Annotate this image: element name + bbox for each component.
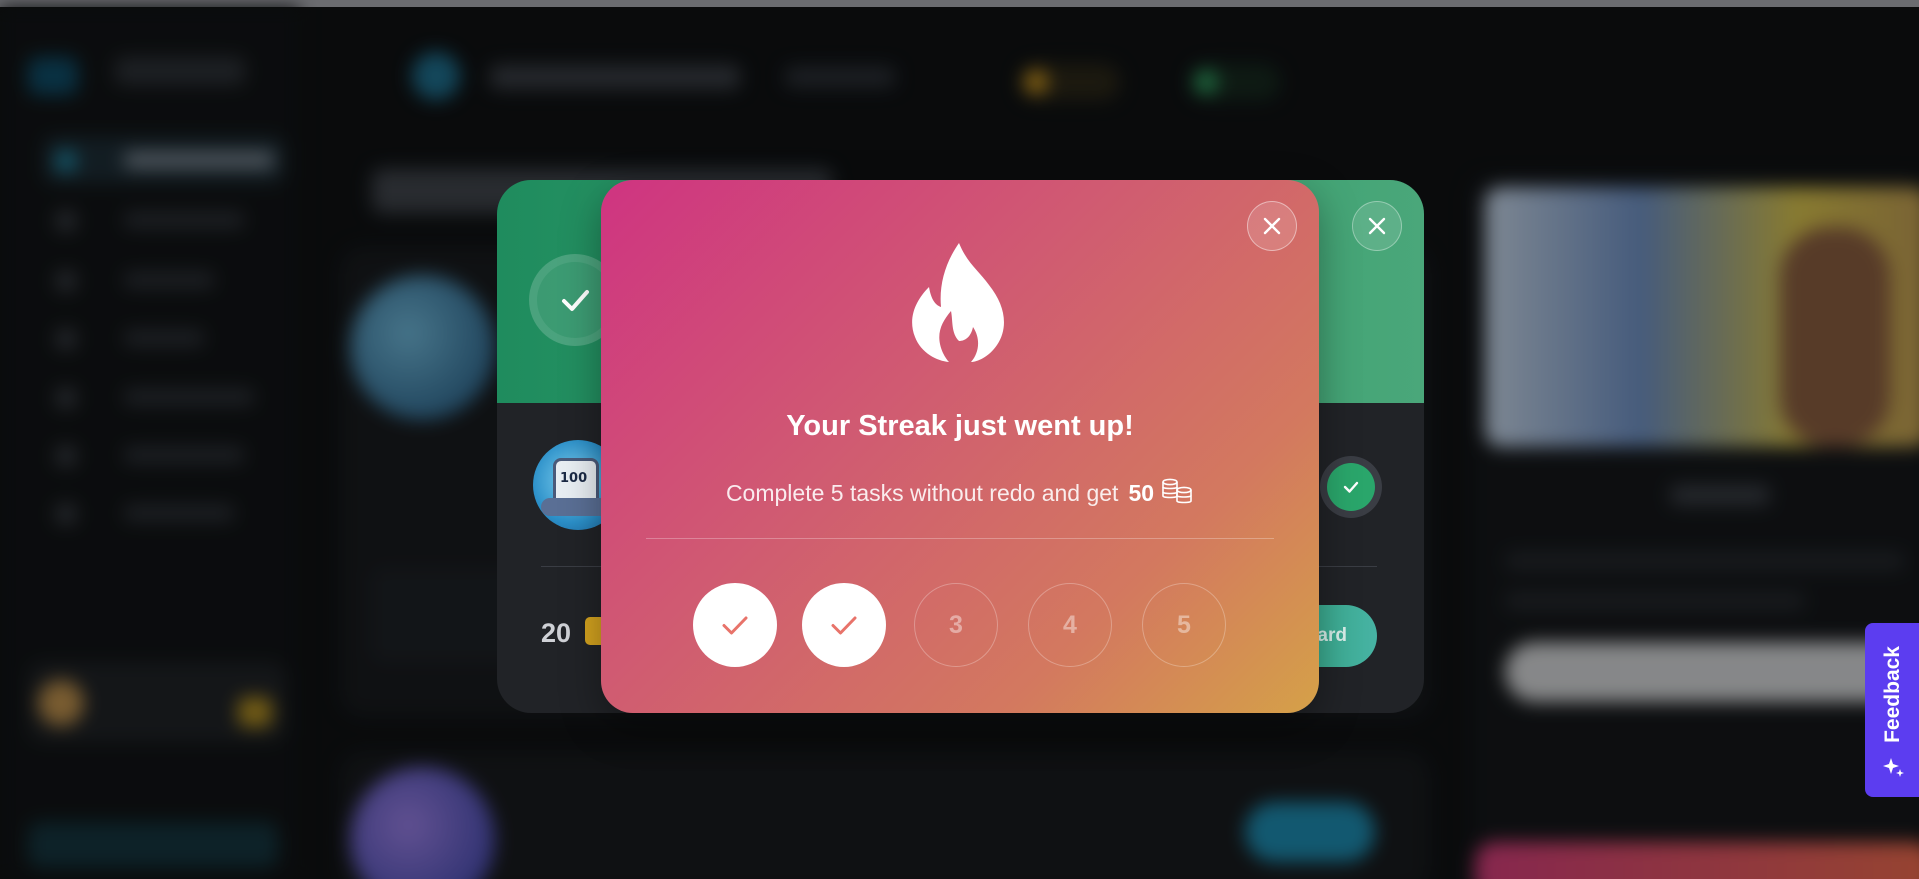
close-icon[interactable] xyxy=(1352,201,1402,251)
divider xyxy=(646,538,1274,539)
check-icon xyxy=(831,616,857,635)
fire-icon xyxy=(912,243,1004,362)
streak-step-5: 5 xyxy=(1142,583,1226,667)
coin-stack-icon xyxy=(1162,478,1192,504)
streak-description-text: Complete 5 tasks without redo and get xyxy=(725,480,1119,506)
streak-modal: Your Streak just went up! Complete 5 tas… xyxy=(601,180,1319,713)
close-icon[interactable] xyxy=(1247,201,1297,251)
window-top-bar xyxy=(0,0,1919,7)
feedback-button[interactable]: Feedback xyxy=(1865,623,1919,797)
streak-title: Your Streak just went up! xyxy=(786,410,1134,442)
streak-progress: 3 4 5 xyxy=(601,583,1319,667)
streak-step-3: 3 xyxy=(914,583,998,667)
streak-step-2 xyxy=(802,583,886,667)
streak-description: Complete 5 tasks without redo and get 50 xyxy=(601,477,1319,507)
reward-amount: 20 xyxy=(541,618,572,648)
reward-amount: 50 xyxy=(1128,480,1155,506)
sparkle-icon xyxy=(1883,758,1904,777)
feedback-label: Feedback xyxy=(1881,646,1904,743)
check-icon xyxy=(722,616,748,635)
streak-step-4: 4 xyxy=(1028,583,1112,667)
completed-toggle[interactable] xyxy=(1320,456,1382,518)
streak-step-1 xyxy=(693,583,777,667)
